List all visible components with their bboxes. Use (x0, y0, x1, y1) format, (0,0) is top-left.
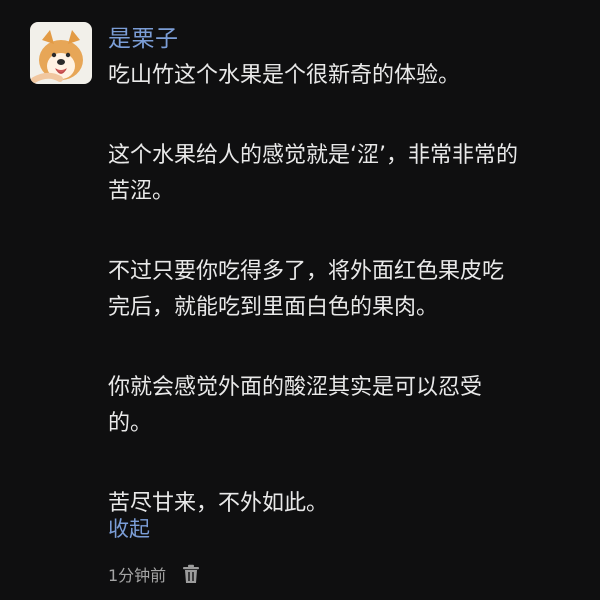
comment-card: 是栗子 吃山竹这个水果是个很新奇的体验。 这个水果给人的感觉就是‘涩’，非常非常… (0, 0, 600, 600)
dog-avatar-icon (30, 22, 92, 84)
comment-content: 吃山竹这个水果是个很新奇的体验。 这个水果给人的感觉就是‘涩’，非常非常的 苦涩… (108, 58, 583, 522)
comment-paragraph: 这个水果给人的感觉就是‘涩’，非常非常的 苦涩。 (108, 143, 518, 204)
trash-icon (183, 564, 200, 583)
comment-meta: 1分钟前 (108, 560, 202, 588)
avatar[interactable] (30, 22, 92, 84)
delete-button[interactable] (180, 562, 202, 586)
comment-paragraph: 苦尽甘来，不外如此。 (108, 491, 329, 516)
collapse-link[interactable]: 收起 (108, 511, 150, 547)
comment-paragraph: 你就会感觉外面的酸涩其实是可以忍受 的。 (108, 375, 483, 436)
username[interactable]: 是栗子 (108, 24, 179, 54)
comment-paragraph: 吃山竹这个水果是个很新奇的体验。 (108, 63, 461, 88)
timestamp: 1分钟前 (108, 566, 167, 585)
comment-paragraph: 不过只要你吃得多了，将外面红色果皮吃 完后，就能吃到里面白色的果肉。 (108, 259, 505, 320)
